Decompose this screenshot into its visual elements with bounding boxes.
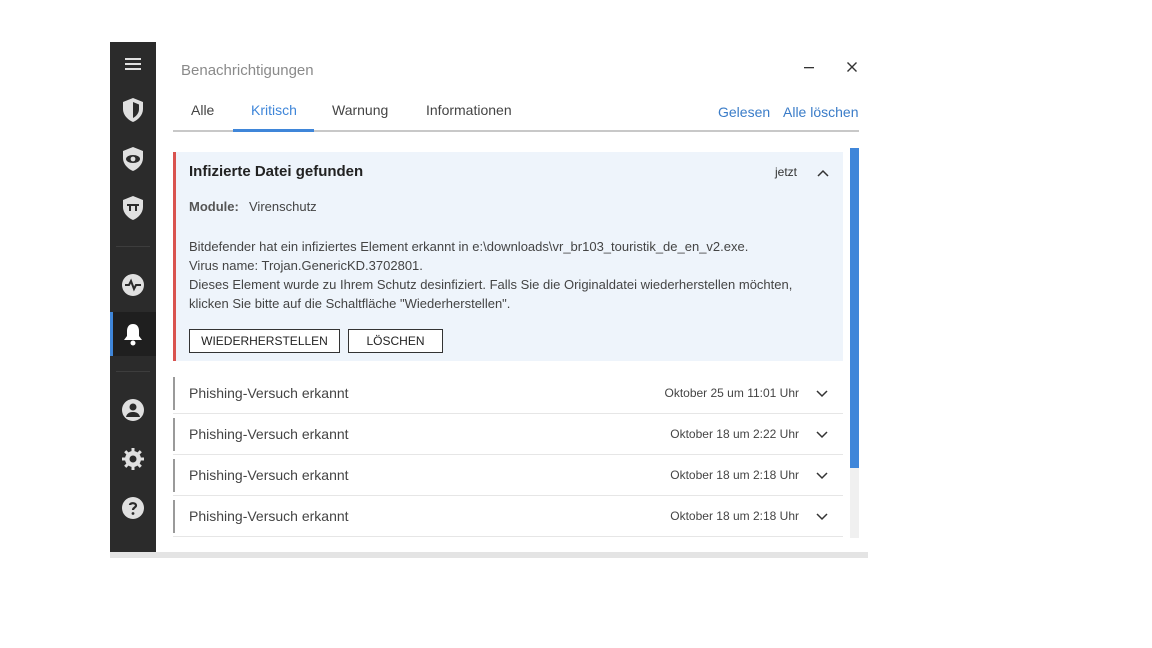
notification-row[interactable]: Phishing-Versuch erkannt Oktober 18 um 2… xyxy=(173,414,843,455)
active-tab-indicator xyxy=(233,129,314,132)
chevron-down-icon[interactable] xyxy=(815,510,829,524)
menu-icon[interactable] xyxy=(110,42,156,86)
restore-button[interactable]: WIEDERHERSTELLEN xyxy=(189,329,340,353)
notification-row[interactable]: Phishing-Versuch erkannt Oktober 18 um 2… xyxy=(173,455,843,496)
chevron-down-icon[interactable] xyxy=(815,469,829,483)
row-title: Phishing-Versuch erkannt xyxy=(189,508,349,524)
notifications-window: Benachrichtigungen Alle Kritisch Warnung… xyxy=(110,42,868,558)
row-time: Oktober 18 um 2:18 Uhr xyxy=(670,509,799,523)
tab-kritisch[interactable]: Kritisch xyxy=(251,102,297,132)
row-title: Phishing-Versuch erkannt xyxy=(189,385,349,401)
tab-warnung[interactable]: Warnung xyxy=(332,102,388,132)
tab-alle[interactable]: Alle xyxy=(191,102,214,132)
activity-icon[interactable] xyxy=(110,263,156,307)
row-time: Oktober 25 um 11:01 Uhr xyxy=(664,386,799,400)
close-icon xyxy=(847,62,857,72)
sidebar-divider xyxy=(116,246,150,247)
chevron-up-icon[interactable] xyxy=(816,166,830,180)
body-line: Bitdefender hat ein infiziertes Element … xyxy=(189,239,749,254)
notification-list: Infizierte Datei gefunden jetzt Module: … xyxy=(173,148,843,538)
minimize-button[interactable] xyxy=(797,56,821,78)
scrollbar-thumb[interactable] xyxy=(850,148,859,468)
sidebar-item-notifications[interactable] xyxy=(110,312,156,356)
row-time: Oktober 18 um 2:22 Uhr xyxy=(670,427,799,441)
notification-expanded: Infizierte Datei gefunden jetzt Module: … xyxy=(173,152,843,361)
close-button[interactable] xyxy=(840,56,864,78)
notification-row[interactable]: Phishing-Versuch erkannt Oktober 18 um 2… xyxy=(173,496,843,537)
gear-icon[interactable] xyxy=(110,437,156,481)
tab-informationen[interactable]: Informationen xyxy=(426,102,512,132)
notification-title: Infizierte Datei gefunden xyxy=(189,163,364,180)
row-title: Phishing-Versuch erkannt xyxy=(189,467,349,483)
delete-button[interactable]: LÖSCHEN xyxy=(348,329,443,353)
help-icon[interactable] xyxy=(110,486,156,530)
shield-protection-icon[interactable] xyxy=(110,88,156,132)
mark-read-link[interactable]: Gelesen xyxy=(718,104,770,120)
account-icon[interactable] xyxy=(110,388,156,432)
notification-time: jetzt xyxy=(775,165,798,179)
chevron-down-icon[interactable] xyxy=(815,428,829,442)
privacy-eye-icon[interactable] xyxy=(110,137,156,181)
module-value: Virenschutz xyxy=(249,199,317,214)
row-time: Oktober 18 um 2:18 Uhr xyxy=(670,468,799,482)
module-label: Module: xyxy=(189,199,239,214)
utilities-shield-icon[interactable] xyxy=(110,186,156,230)
minimize-icon xyxy=(804,67,814,69)
body-line: klicken Sie bitte auf die Schaltfläche "… xyxy=(189,296,511,311)
body-line: Virus name: Trojan.GenericKD.3702801. xyxy=(189,258,423,273)
window-bottom-edge xyxy=(110,552,868,558)
sidebar-divider xyxy=(116,371,150,372)
notification-row[interactable]: Phishing-Versuch erkannt Oktober 25 um 1… xyxy=(173,373,843,414)
bell-icon xyxy=(122,322,144,346)
notification-body: Bitdefender hat ein infiziertes Element … xyxy=(189,237,837,313)
row-title: Phishing-Versuch erkannt xyxy=(189,426,349,442)
window-title: Benachrichtigungen xyxy=(181,62,314,79)
chevron-down-icon[interactable] xyxy=(815,387,829,401)
clear-all-link[interactable]: Alle löschen xyxy=(783,104,859,120)
sidebar xyxy=(110,42,156,554)
body-line: Dieses Element wurde zu Ihrem Schutz des… xyxy=(189,277,793,292)
